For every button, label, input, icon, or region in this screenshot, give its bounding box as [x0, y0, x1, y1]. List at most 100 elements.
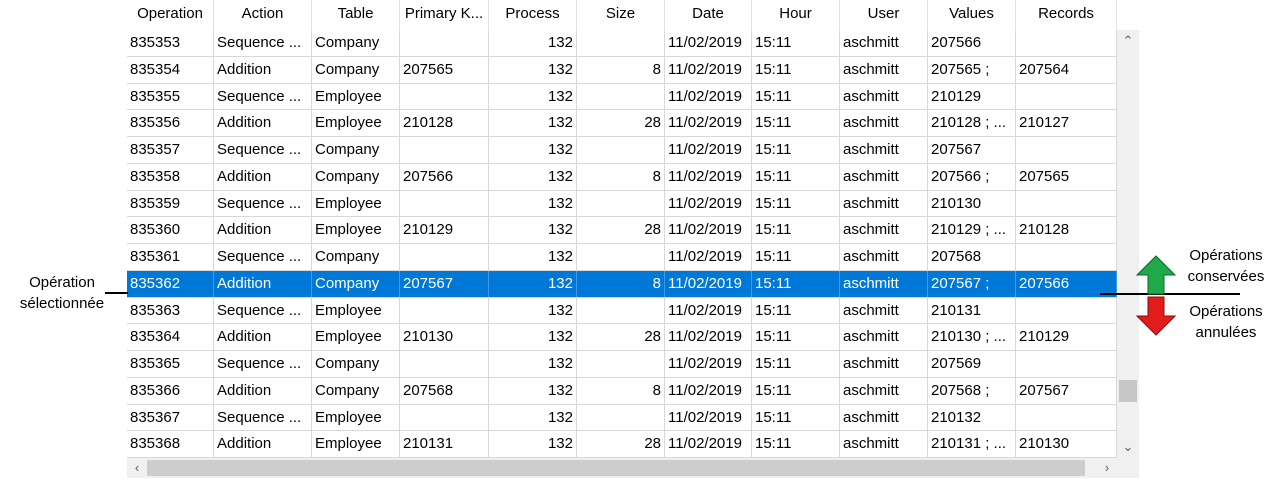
table-row-selected[interactable]: 835362 Addition Company 207567 132 8 11/02/201… [127, 270, 1117, 298]
cell-records: 210128 [1016, 217, 1117, 244]
table-row[interactable]: 835357 Sequence ... Company 132 11/02/2019 15… [127, 137, 1117, 164]
column-header-primary-key[interactable]: Primary K... [400, 0, 489, 30]
cell-date: 11/02/2019 [665, 351, 752, 377]
cell-size [577, 83, 665, 110]
cell-process: 132 [489, 297, 577, 324]
table-row[interactable]: 835355 Sequence ... Employee 132 11/02/2019 1… [127, 83, 1117, 111]
chevron-up-icon[interactable]: ⌃ [1117, 30, 1139, 52]
cell-primary-key [400, 30, 489, 56]
cell-operation: 835367 [127, 404, 214, 431]
table-row[interactable]: 835366 Addition Company 207568 132 8 11/02/201… [127, 377, 1117, 405]
table-row[interactable]: 835358 Addition Company 207566 132 8 11/02/201… [127, 163, 1117, 191]
cell-process: 132 [489, 190, 577, 217]
cell-hour: 15:11 [752, 163, 840, 190]
horizontal-scrollbar[interactable]: ‹ › [127, 458, 1117, 478]
cell-size [577, 404, 665, 431]
table-row[interactable]: 835361 Sequence ... Company 132 11/02/2019 15… [127, 244, 1117, 271]
cell-user: aschmitt [840, 163, 928, 190]
table-row[interactable]: 835363 Sequence ... Employee 132 11/02/2019 1… [127, 297, 1117, 325]
cell-primary-key [400, 297, 489, 324]
column-header-process[interactable]: Process [489, 0, 577, 30]
column-header-operation[interactable]: Operation [127, 0, 214, 30]
cell-operation: 835366 [127, 377, 214, 404]
cell-hour: 15:11 [752, 83, 840, 110]
table-row[interactable]: 835364 Addition Employee 210130 132 28 11/02/2… [127, 324, 1117, 351]
table-row[interactable]: 835365 Sequence ... Company 132 11/02/2019 15… [127, 351, 1117, 378]
cell-process: 132 [489, 30, 577, 56]
cell-size: 8 [577, 270, 665, 297]
cell-action: Addition [214, 431, 312, 458]
kept-operations-annotation: Opérations conservées [1180, 245, 1272, 287]
cell-records [1016, 83, 1117, 110]
column-header-date[interactable]: Date [665, 0, 752, 30]
column-header-hour[interactable]: Hour [752, 0, 840, 30]
cell-values: 207566 ; [928, 163, 1016, 190]
cell-date: 11/02/2019 [665, 83, 752, 110]
cell-operation: 835355 [127, 83, 214, 110]
column-header-values[interactable]: Values [928, 0, 1016, 30]
table-row[interactable]: 835367 Sequence ... Employee 132 11/02/2019 1… [127, 404, 1117, 432]
cell-table: Company [312, 137, 400, 163]
cell-primary-key [400, 190, 489, 217]
cancelled-operations-annotation: Opérations annulées [1180, 301, 1272, 343]
cell-operation: 835363 [127, 297, 214, 324]
cell-size [577, 351, 665, 377]
cell-action: Addition [214, 163, 312, 190]
cell-table: Company [312, 163, 400, 190]
column-header-action[interactable]: Action [214, 0, 312, 30]
column-header-records[interactable]: Records [1016, 0, 1117, 30]
cell-user: aschmitt [840, 431, 928, 458]
cell-hour: 15:11 [752, 137, 840, 163]
cell-process: 132 [489, 377, 577, 404]
cell-values: 210131 ; ... [928, 431, 1016, 458]
cell-action: Addition [214, 377, 312, 404]
cell-action: Sequence ... [214, 83, 312, 110]
cell-records [1016, 137, 1117, 163]
cell-size [577, 137, 665, 163]
vertical-scroll-thumb[interactable] [1119, 380, 1137, 402]
table-row[interactable]: 835354 Addition Company 207565 132 8 11/02/201… [127, 56, 1117, 84]
table-row[interactable]: 835360 Addition Employee 210129 132 28 11/02/2… [127, 217, 1117, 244]
cell-table: Employee [312, 110, 400, 137]
cell-operation: 835359 [127, 190, 214, 217]
cell-values: 210130 [928, 190, 1016, 217]
table-row[interactable]: 835353 Sequence ... Company 132 11/02/2019 15… [127, 30, 1117, 57]
cell-operation: 835364 [127, 324, 214, 351]
cell-size: 8 [577, 56, 665, 83]
cell-process: 132 [489, 163, 577, 190]
scrollbar-corner [1117, 458, 1139, 478]
cell-records [1016, 351, 1117, 377]
cell-user: aschmitt [840, 110, 928, 137]
cell-hour: 15:11 [752, 110, 840, 137]
cell-hour: 15:11 [752, 324, 840, 351]
vertical-scrollbar[interactable]: ⌃ ⌄ [1117, 30, 1139, 458]
table-row[interactable]: 835359 Sequence ... Employee 132 11/02/2019 1… [127, 190, 1117, 218]
selected-pointer-line [105, 292, 128, 294]
cell-operation: 835365 [127, 351, 214, 377]
cell-action: Addition [214, 324, 312, 351]
column-header-table[interactable]: Table [312, 0, 400, 30]
table-row[interactable]: 835356 Addition Employee 210128 132 28 11/02/2… [127, 110, 1117, 137]
table-row[interactable]: 835368 Addition Employee 210131 132 28 11/02/2… [127, 431, 1117, 458]
cell-hour: 15:11 [752, 30, 840, 56]
cell-action: Sequence ... [214, 190, 312, 217]
cell-primary-key [400, 351, 489, 377]
cell-process: 132 [489, 431, 577, 458]
cell-table: Employee [312, 404, 400, 431]
cell-size [577, 190, 665, 217]
cell-table: Company [312, 377, 400, 404]
cell-table: Company [312, 351, 400, 377]
cell-values: 207568 ; [928, 377, 1016, 404]
cell-process: 132 [489, 351, 577, 377]
chevron-right-icon[interactable]: › [1097, 458, 1117, 478]
cell-date: 11/02/2019 [665, 137, 752, 163]
column-header-user[interactable]: User [840, 0, 928, 30]
cell-hour: 15:11 [752, 217, 840, 244]
cell-operation: 835357 [127, 137, 214, 163]
chevron-left-icon[interactable]: ‹ [127, 458, 147, 478]
cell-user: aschmitt [840, 270, 928, 297]
cell-primary-key: 210128 [400, 110, 489, 137]
column-header-size[interactable]: Size [577, 0, 665, 30]
horizontal-scroll-thumb[interactable] [147, 460, 1085, 476]
chevron-down-icon[interactable]: ⌄ [1117, 436, 1139, 458]
